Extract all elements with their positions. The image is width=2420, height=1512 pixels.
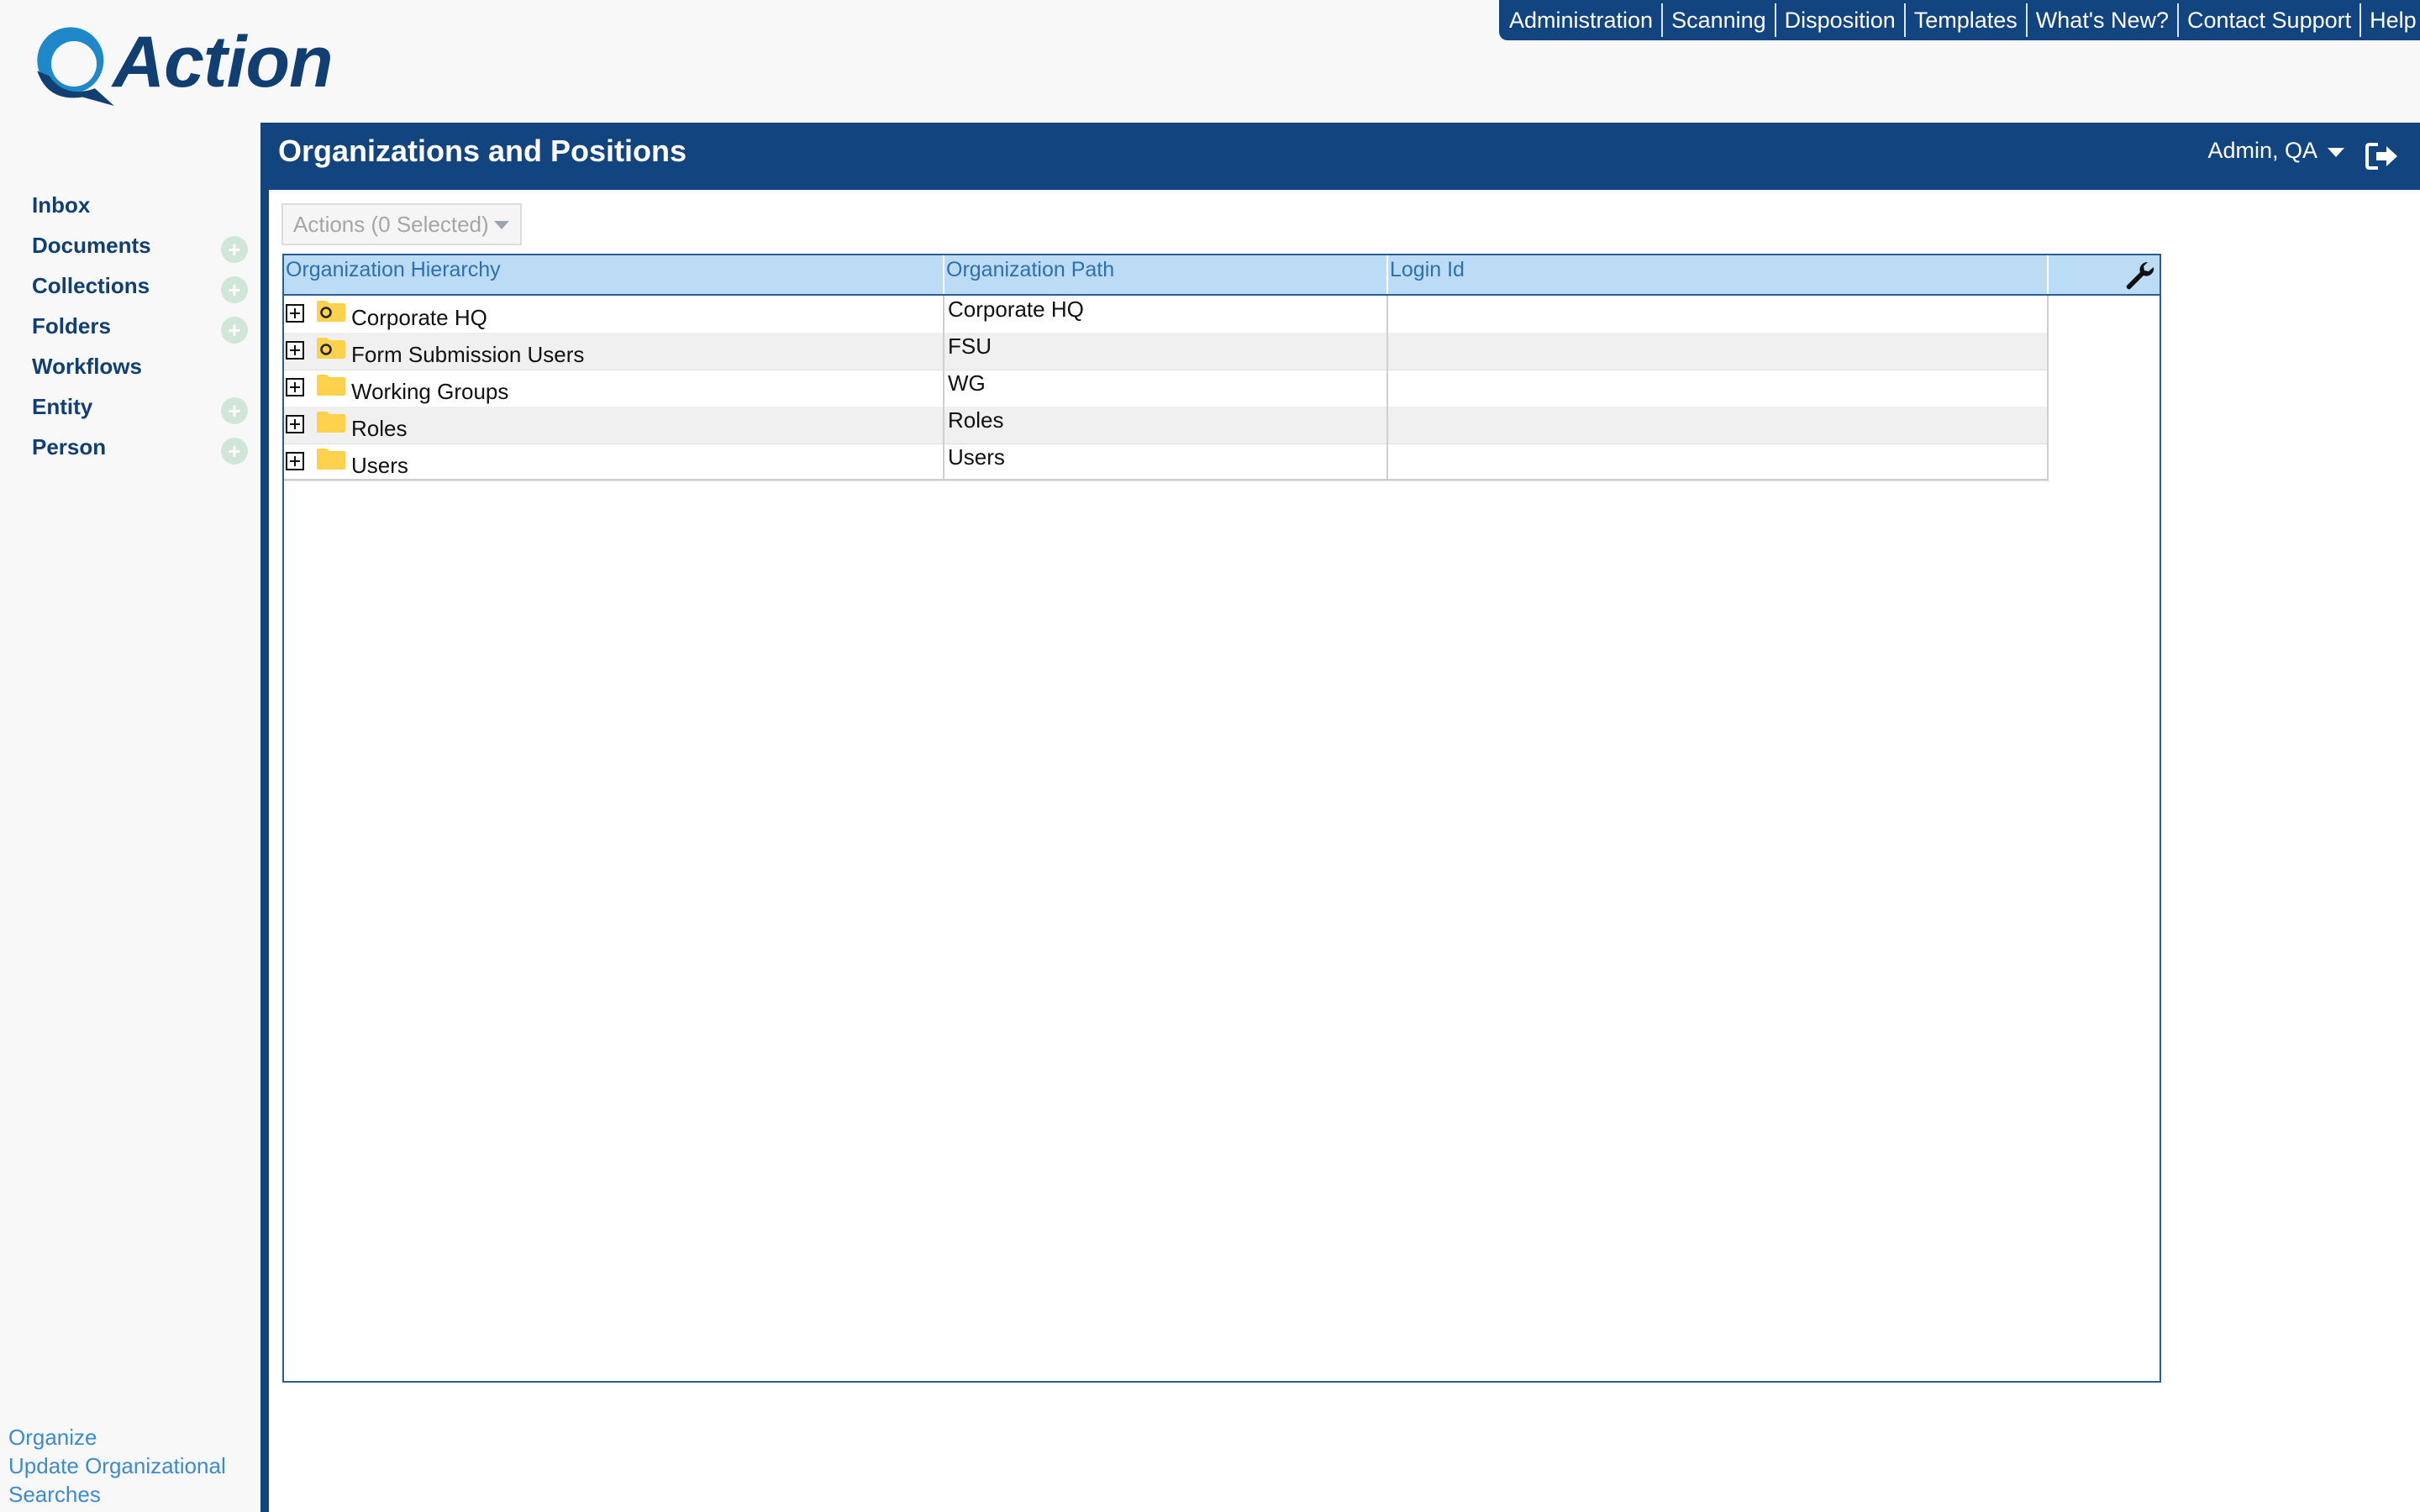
actions-button-label: Actions (0 Selected)	[293, 211, 489, 237]
sidebar-item-label: Inbox	[32, 192, 91, 218]
sidebar-item-documents[interactable]: Documents +	[0, 225, 260, 265]
chevron-down-icon	[2328, 148, 2344, 157]
expand-icon[interactable]	[286, 304, 304, 323]
sidebar-item-folders[interactable]: Folders +	[0, 306, 260, 346]
row-name: Users	[351, 453, 408, 478]
top-link-disposition[interactable]: Disposition	[1776, 3, 1906, 37]
login-cell	[1388, 444, 2049, 480]
table-row[interactable]: Users Users	[284, 444, 2049, 481]
sidebar-item-collections[interactable]: Collections +	[0, 265, 260, 306]
expand-icon[interactable]	[286, 341, 304, 360]
hierarchy-cell: Working Groups	[284, 370, 944, 407]
top-link-help[interactable]: Help	[2361, 3, 2420, 37]
path-cell: Corporate HQ	[944, 296, 1388, 333]
grid-header-row: Organization Hierarchy Organization Path…	[284, 255, 2160, 296]
sidebar-item-workflows[interactable]: Workflows	[0, 346, 260, 386]
app-logo[interactable]: Action	[30, 18, 334, 106]
sidebar-item-label: Collections	[32, 272, 150, 298]
sidebar-item-entity[interactable]: Entity +	[0, 386, 260, 427]
logout-icon[interactable]	[2365, 141, 2400, 171]
organize-link[interactable]: Organize	[8, 1423, 226, 1452]
expand-icon[interactable]	[286, 378, 304, 396]
sidebar: Inbox Documents + Collections + Folders …	[0, 185, 260, 467]
sidebar-item-inbox[interactable]: Inbox	[0, 185, 260, 225]
add-document-icon[interactable]: +	[221, 236, 248, 263]
folder-icon	[317, 449, 345, 470]
table-row[interactable]: Corporate HQ Corporate HQ	[284, 296, 2049, 333]
path-cell: Roles	[944, 407, 1388, 444]
expand-icon[interactable]	[286, 415, 304, 433]
path-cell: FSU	[944, 333, 1388, 370]
row-name: Corporate HQ	[351, 305, 487, 330]
hierarchy-cell: Roles	[284, 407, 944, 444]
sidebar-item-label: Workflows	[32, 353, 142, 379]
organization-tree-grid: Organization Hierarchy Organization Path…	[282, 254, 2161, 1383]
add-folder-icon[interactable]: +	[221, 317, 248, 344]
login-cell	[1388, 370, 2049, 407]
table-row[interactable]: Working Groups WG	[284, 370, 2049, 407]
row-name: Roles	[351, 416, 408, 441]
page-title: Organizations and Positions	[278, 134, 687, 168]
grid-rows-bottom-border	[284, 479, 2049, 480]
sidebar-item-label: Entity	[32, 393, 93, 419]
column-header-organization-hierarchy[interactable]: Organization Hierarchy	[284, 255, 944, 294]
login-cell	[1388, 407, 2049, 444]
top-link-administration[interactable]: Administration	[1501, 3, 1664, 37]
add-entity-icon[interactable]: +	[221, 397, 248, 424]
hierarchy-cell: Users	[284, 444, 944, 480]
column-header-organization-path[interactable]: Organization Path	[944, 255, 1388, 294]
organization-folder-icon	[317, 301, 345, 322]
chevron-down-icon	[493, 221, 509, 229]
table-row[interactable]: Roles Roles	[284, 407, 2049, 444]
top-link-scanning[interactable]: Scanning	[1663, 3, 1776, 37]
folder-icon	[317, 412, 345, 433]
logo-text: Action	[113, 22, 334, 102]
page-header: Organizations and Positions Admin, QA	[260, 123, 2420, 190]
hierarchy-cell: Form Submission Users	[284, 333, 944, 370]
expand-icon[interactable]	[286, 452, 304, 470]
user-name: Admin, QA	[2207, 138, 2317, 163]
top-links-bar: Administration Scanning Disposition Temp…	[1499, 0, 2420, 40]
login-cell	[1388, 333, 2049, 370]
main-panel-border	[260, 123, 269, 1512]
table-row[interactable]: Form Submission Users FSU	[284, 333, 2049, 370]
update-organizational-link[interactable]: Update Organizational	[8, 1452, 226, 1480]
actions-dropdown-button[interactable]: Actions (0 Selected)	[281, 203, 522, 245]
logo-q-icon	[37, 27, 114, 106]
sidebar-bottom-links: Organize Update Organizational Searches	[8, 1423, 226, 1509]
add-collection-icon[interactable]: +	[221, 276, 248, 303]
sidebar-item-label: Folders	[32, 312, 111, 339]
organization-folder-icon	[317, 338, 345, 359]
hierarchy-cell: Corporate HQ	[284, 296, 944, 333]
add-person-icon[interactable]: +	[221, 438, 248, 465]
user-menu[interactable]: Admin, QA	[2207, 138, 2344, 164]
path-cell: Users	[944, 444, 1388, 480]
top-link-contact-support[interactable]: Contact Support	[2179, 3, 2362, 37]
wrench-icon[interactable]	[2123, 259, 2156, 292]
sidebar-item-person[interactable]: Person +	[0, 427, 260, 467]
sidebar-item-label: Person	[32, 433, 107, 459]
login-cell	[1388, 296, 2049, 333]
searches-link[interactable]: Searches	[8, 1480, 226, 1509]
folder-icon	[317, 375, 345, 396]
top-link-whats-new[interactable]: What's New?	[2028, 3, 2179, 37]
path-cell: WG	[944, 370, 1388, 407]
sidebar-item-label: Documents	[32, 232, 151, 258]
row-name: Form Submission Users	[351, 342, 585, 367]
column-header-login-id[interactable]: Login Id	[1388, 255, 2049, 294]
top-link-templates[interactable]: Templates	[1906, 3, 2028, 37]
row-name: Working Groups	[351, 379, 509, 404]
